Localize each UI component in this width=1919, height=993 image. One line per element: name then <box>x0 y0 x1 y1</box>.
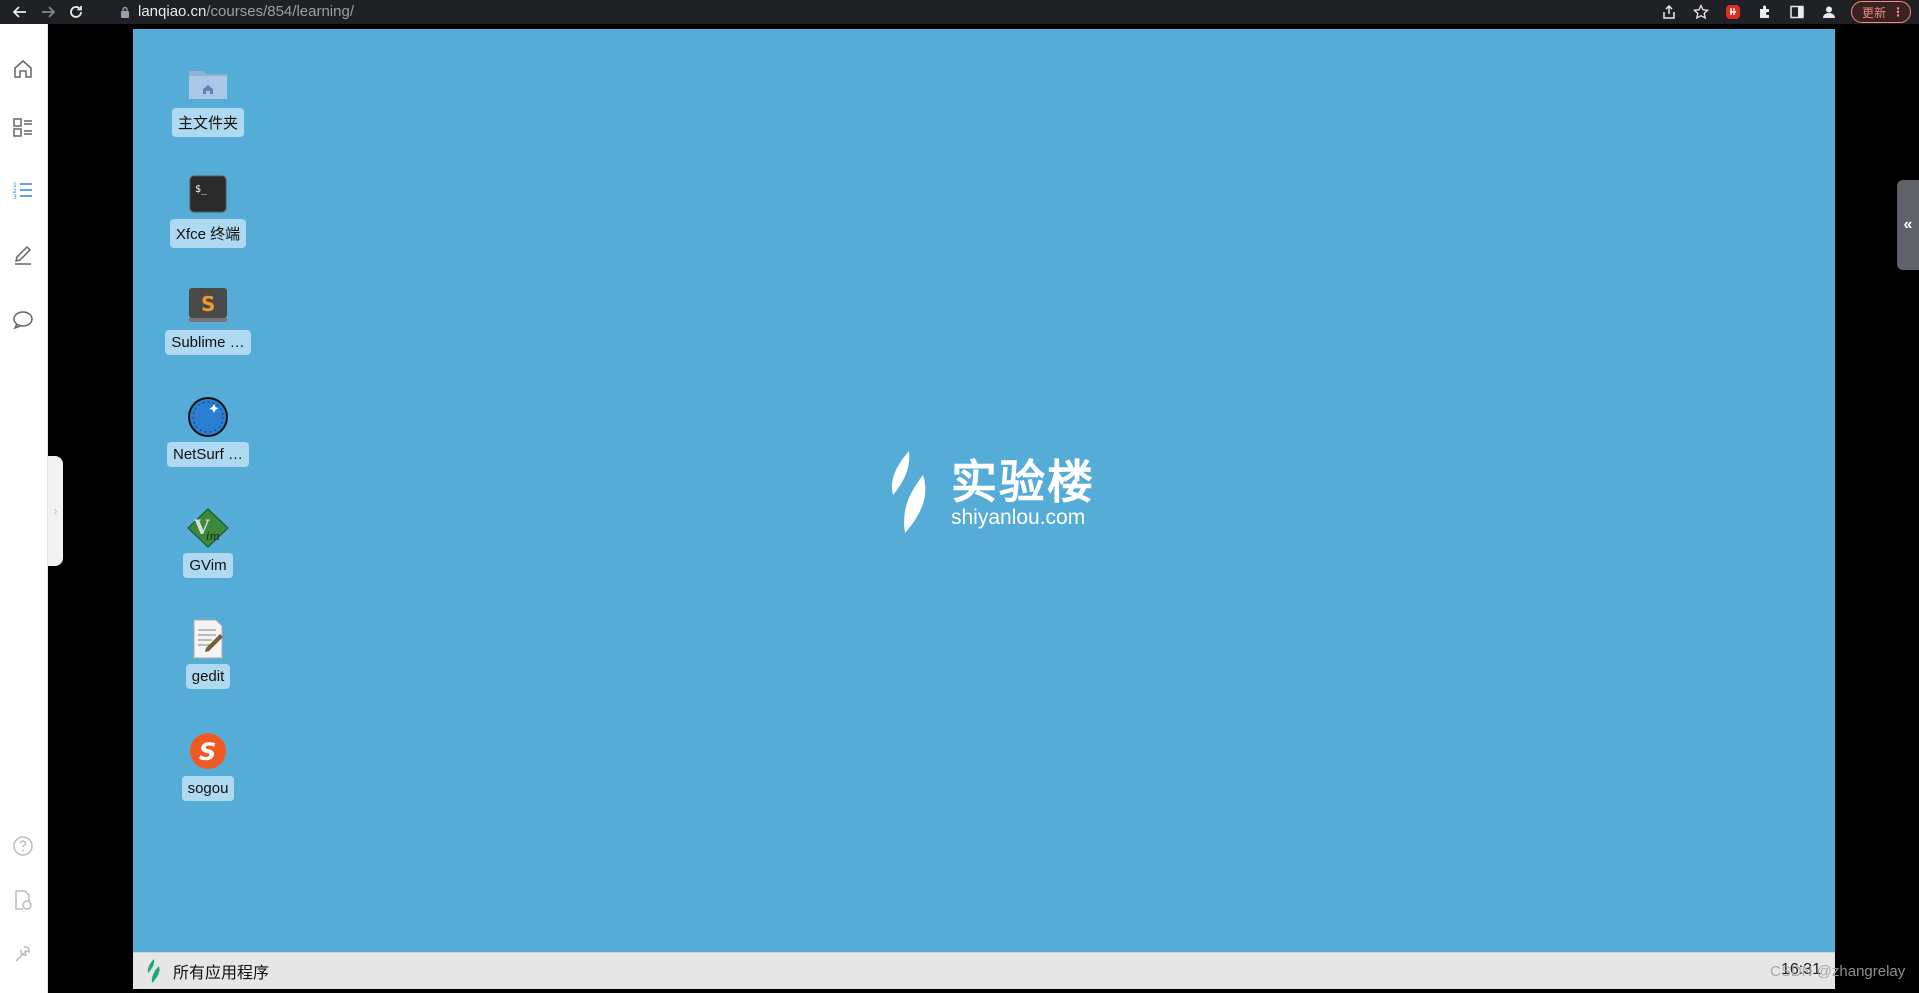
desktop-taskbar: 所有应用程序 16:31 <box>133 952 1835 989</box>
svg-text:S: S <box>199 738 216 766</box>
applications-menu-label: 所有应用程序 <box>173 965 270 982</box>
desktop-icon-sogou[interactable]: S sogou <box>158 729 258 801</box>
list-icon[interactable]: 123 <box>10 177 36 203</box>
shiyanlou-logo: 实验楼 shiyanlou.com <box>883 449 1095 537</box>
chat-icon[interactable] <box>10 307 36 333</box>
desktop-icon-label: Sublime … <box>165 330 251 355</box>
desktop-icon-gvim[interactable]: Vim GVim <box>158 506 258 578</box>
forward-button[interactable] <box>36 0 60 24</box>
remote-desktop[interactable]: 主文件夹 $_ Xfce 终端 S Sublime … NetSurf … Vi… <box>133 29 1835 952</box>
desktop-icon-label: sogou <box>181 776 235 801</box>
course-sidebar: 123 <box>0 24 48 993</box>
desktop-icon-gedit[interactable]: gedit <box>158 617 258 689</box>
extension-red-icon[interactable] <box>1717 0 1749 24</box>
bookmark-star-icon[interactable] <box>1685 0 1717 24</box>
logo-title: 实验楼 <box>951 456 1095 508</box>
svg-text:$_: $_ <box>195 184 208 195</box>
desktop-icon-label: GVim <box>183 553 233 578</box>
terminal-icon: $_ <box>186 172 230 216</box>
chevron-right-icon: › <box>53 504 58 518</box>
applications-menu-button[interactable]: 所有应用程序 <box>145 958 269 984</box>
shiyanlou-logo-mark <box>891 451 926 533</box>
svg-text:3: 3 <box>13 194 17 201</box>
lock-icon <box>121 6 129 18</box>
more-menu-icon: ⋮ <box>1892 5 1904 19</box>
gvim-icon: Vim <box>186 506 230 550</box>
app-menu-logo-icon <box>147 959 160 983</box>
profile-icon[interactable] <box>1813 0 1845 24</box>
desktop-icon-netsurf[interactable]: NetSurf … <box>158 395 258 467</box>
gedit-icon <box>186 617 230 661</box>
double-chevron-left-icon: « <box>1903 216 1913 233</box>
share-icon[interactable] <box>1653 0 1685 24</box>
update-button[interactable]: 更新 ⋮ <box>1850 1 1911 23</box>
left-collapse-toggle[interactable]: › <box>48 456 63 566</box>
sogou-icon: S <box>186 729 230 773</box>
watermark: CSDN @zhangrelay <box>1770 963 1906 980</box>
right-panel-toggle[interactable]: « <box>1897 180 1919 270</box>
reload-button[interactable] <box>64 0 88 24</box>
tools-icon[interactable] <box>10 941 36 967</box>
desktop-icon-terminal[interactable]: $_ Xfce 终端 <box>158 172 258 248</box>
desktop-icon-home-folder[interactable]: 主文件夹 <box>158 61 258 137</box>
svg-text:im: im <box>206 530 220 543</box>
sublime-icon: S <box>186 283 230 327</box>
address-bar[interactable]: lanqiao.cn/courses/854/learning/ <box>108 1 1708 22</box>
document-time-icon[interactable] <box>10 887 36 913</box>
side-panel-icon[interactable] <box>1781 0 1813 24</box>
home-folder-icon <box>186 61 230 105</box>
desktop-icon-sublime[interactable]: S Sublime … <box>158 283 258 355</box>
back-button[interactable] <box>8 0 32 24</box>
catalog-icon[interactable] <box>10 114 36 140</box>
extensions-puzzle-icon[interactable] <box>1749 0 1781 24</box>
browser-toolbar: lanqiao.cn/courses/854/learning/ 更新 ⋮ <box>0 0 1919 24</box>
svg-text:S: S <box>201 292 215 316</box>
desktop-icon-label: 主文件夹 <box>171 108 244 137</box>
netsurf-icon <box>186 395 230 439</box>
home-icon[interactable] <box>10 56 36 82</box>
url-path: /courses/854/learning/ <box>206 3 354 20</box>
update-label: 更新 <box>1861 5 1886 20</box>
help-icon[interactable] <box>10 833 36 859</box>
desktop-icon-label: NetSurf … <box>166 442 250 467</box>
desktop-icon-label: Xfce 终端 <box>169 219 247 248</box>
desktop-icon-label: gedit <box>185 664 231 689</box>
edit-icon[interactable] <box>10 242 36 268</box>
logo-subtitle: shiyanlou.com <box>951 506 1086 529</box>
url-host: lanqiao.cn <box>138 3 207 20</box>
